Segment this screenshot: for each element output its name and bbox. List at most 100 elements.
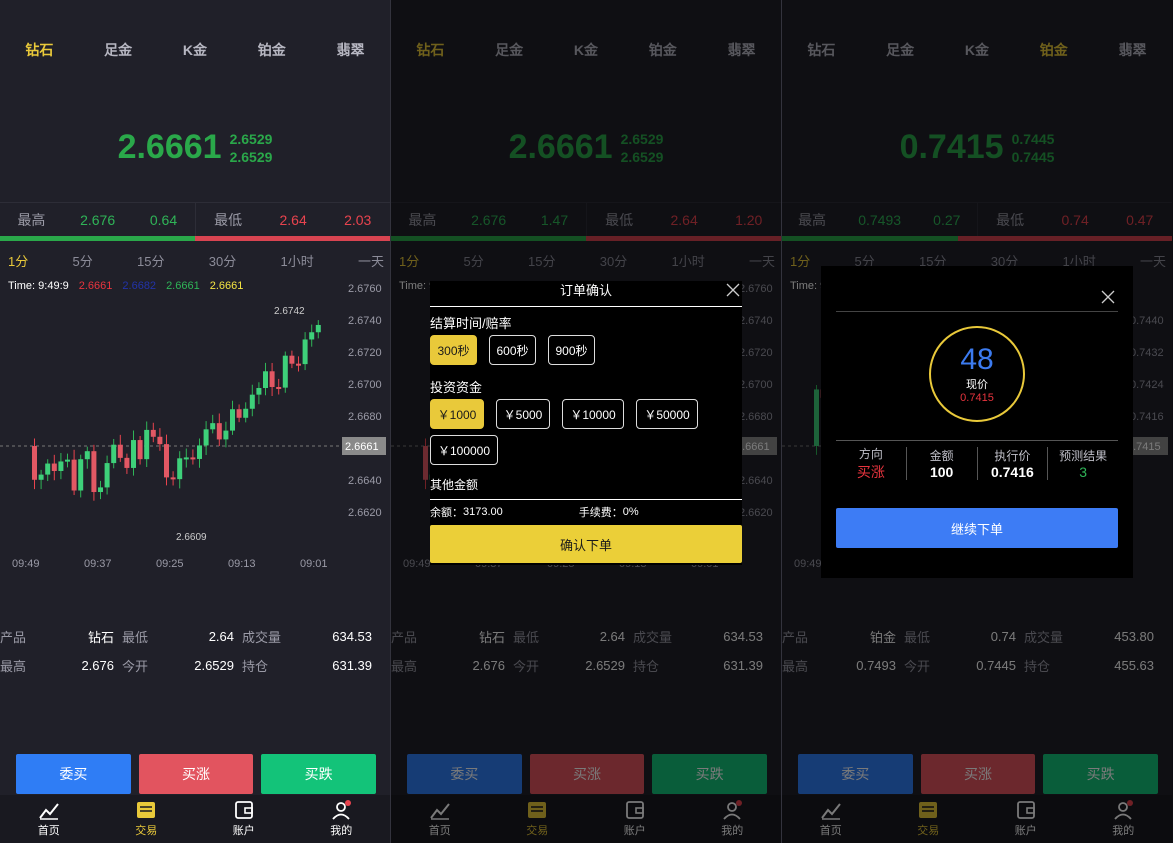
buy-down-button[interactable]: 买跌 [261,754,377,794]
low-delta: 2.03 [344,211,372,228]
y-tick-label: 2.6620 [348,507,382,519]
candle [276,386,282,389]
product-tab[interactable]: K金 [183,40,207,60]
confirm-order-button[interactable]: 确认下单 [430,525,742,563]
buy-up-button[interactable]: 买涨 [138,754,254,794]
bottom-nav: 首页 交易 账户 我的 [0,795,390,843]
y-tick-label: 2.6760 [348,283,382,295]
candle [78,459,84,491]
amount-label: 投资资金 [430,380,483,395]
kline-chart: Time: 9:49:9 2.6661 2.6682 2.6661 2.6661 2.67… [0,276,390,576]
product-tab[interactable]: 翡翠 [337,40,365,60]
amount-option-50000[interactable]: ￥50000 [636,399,698,429]
time-option-300[interactable]: 300秒 [430,335,477,365]
info-vol-label: 成交量 [242,630,282,645]
candle [98,487,103,493]
predict-label: 预测结果 [1059,449,1108,463]
countdown-number: 48 [960,343,994,376]
timeframe-tab[interactable]: 30分 [209,251,236,270]
timeframe-tab[interactable]: 15分 [137,251,164,270]
candle [289,355,295,364]
candle [137,440,143,460]
direction-value: 买涨 [856,464,885,480]
x-tick-label: 09:01 [300,558,328,570]
close-icon[interactable] [1101,290,1115,304]
continue-order-button[interactable]: 继续下单 [836,508,1118,548]
time-option-600[interactable]: 600秒 [489,335,536,365]
high-delta: 0.64 [149,211,178,228]
candle [183,457,189,460]
y-tick-label: 2.6720 [348,347,382,359]
low-label: 最低 [214,211,243,228]
countdown-ring: 48 现价 0.7415 [929,326,1025,422]
info-open-label: 今开 [122,659,149,674]
info-pos-value: 631.39 [332,658,372,673]
candle [315,324,321,333]
nav-account-label: 账户 [232,825,255,837]
y-tick-label: 2.6700 [348,379,382,391]
info-pos-label: 持仓 [242,659,269,674]
product-tab[interactable]: 铂金 [258,40,286,60]
close-icon[interactable] [726,283,740,297]
candle [65,459,70,462]
info-row: 最高 2.676 今开 2.6529 持仓 631.39 [0,651,390,680]
high-value: 2.676 [80,211,116,228]
low-value: 2.64 [279,211,307,228]
nav-account[interactable]: 账户 [209,800,279,838]
entrust-buy-button[interactable]: 委买 [16,754,131,794]
info-high-label: 最高 [0,659,27,674]
y-tick-label: 2.6640 [348,475,382,487]
modal-separator [836,311,1118,312]
candle [111,444,117,464]
timeframe-tabs: 1分 5分 15分 30分 1小时 一天 [0,248,390,272]
candle [216,423,222,440]
amount-option-100000[interactable]: ￥100000 [430,435,498,465]
order-confirm-modal: 订单确认 结算时间/赔率 300秒 600秒 900秒 投资资金 ￥1000 ￥… [430,281,742,565]
nav-mine[interactable]: 我的 [306,800,376,838]
timeframe-tab[interactable]: 5分 [73,251,93,270]
wallet-icon [234,801,253,819]
high-stat: 最高 2.676 0.64 [0,203,196,236]
amount-option-5000[interactable]: ￥5000 [496,399,550,429]
order-summary: 方向 买涨 金额 100 执行价 0.7416 预测结果 3 [836,440,1118,486]
other-amount-input[interactable]: 其他金额 [430,476,478,493]
info-high-value: 2.676 [81,658,114,673]
candle [117,444,123,458]
nav-trade[interactable]: 交易 [111,800,181,838]
info-low-value: 2.64 [208,629,234,644]
amount-col: 金额 100 [907,447,978,480]
timeframe-tab[interactable]: 1小时 [280,251,313,270]
candle [256,388,262,395]
candle [249,394,255,409]
balance-row: 余额： 3173.00 手续费： 0% [430,499,742,523]
amount-option-10000[interactable]: ￥10000 [562,399,624,429]
y-tick-label: 2.6740 [348,315,382,327]
high-low-row: 最高 2.676 0.64 最低 2.64 2.03 [0,202,390,236]
x-tick-label: 09:49 [12,558,40,570]
current-price-tag-label: 2.6661 [345,441,379,453]
timeframe-tab[interactable]: 1分 [8,251,28,270]
candle [203,429,209,446]
exec-price-label: 执行价 [994,449,1031,463]
amount-option-1000[interactable]: ￥1000 [430,399,484,429]
candle [157,436,163,445]
trade-actions: 委买买涨买跌 [16,754,377,794]
time-option-900[interactable]: 900秒 [548,335,595,365]
candle [170,477,176,480]
candle [177,458,183,480]
low-stat: 最低 2.64 2.03 [196,203,391,236]
product-tabs: 钻石 足金 K金 铂金 翡翠 [0,30,390,70]
candle [32,446,37,480]
fee-label: 手续费： [578,506,623,519]
direction-label: 方向 [858,447,883,461]
kline-svg: 2.6760 2.6740 2.6720 2.6700 2.6680 2.6661 2.66… [0,283,386,570]
chart-high-note: 2.6742 [274,306,305,317]
settle-time-label: 结算时间/赔率 [430,316,512,331]
nav-home[interactable]: 首页 [14,800,84,838]
product-tab[interactable]: 足金 [104,40,132,60]
product-tab[interactable]: 钻石 [25,40,53,60]
timeframe-tab[interactable]: 一天 [358,251,384,270]
direction-col: 方向 买涨 [836,447,907,480]
chart-low-note: 2.6609 [176,532,207,543]
x-tick-label: 09:25 [156,558,184,570]
